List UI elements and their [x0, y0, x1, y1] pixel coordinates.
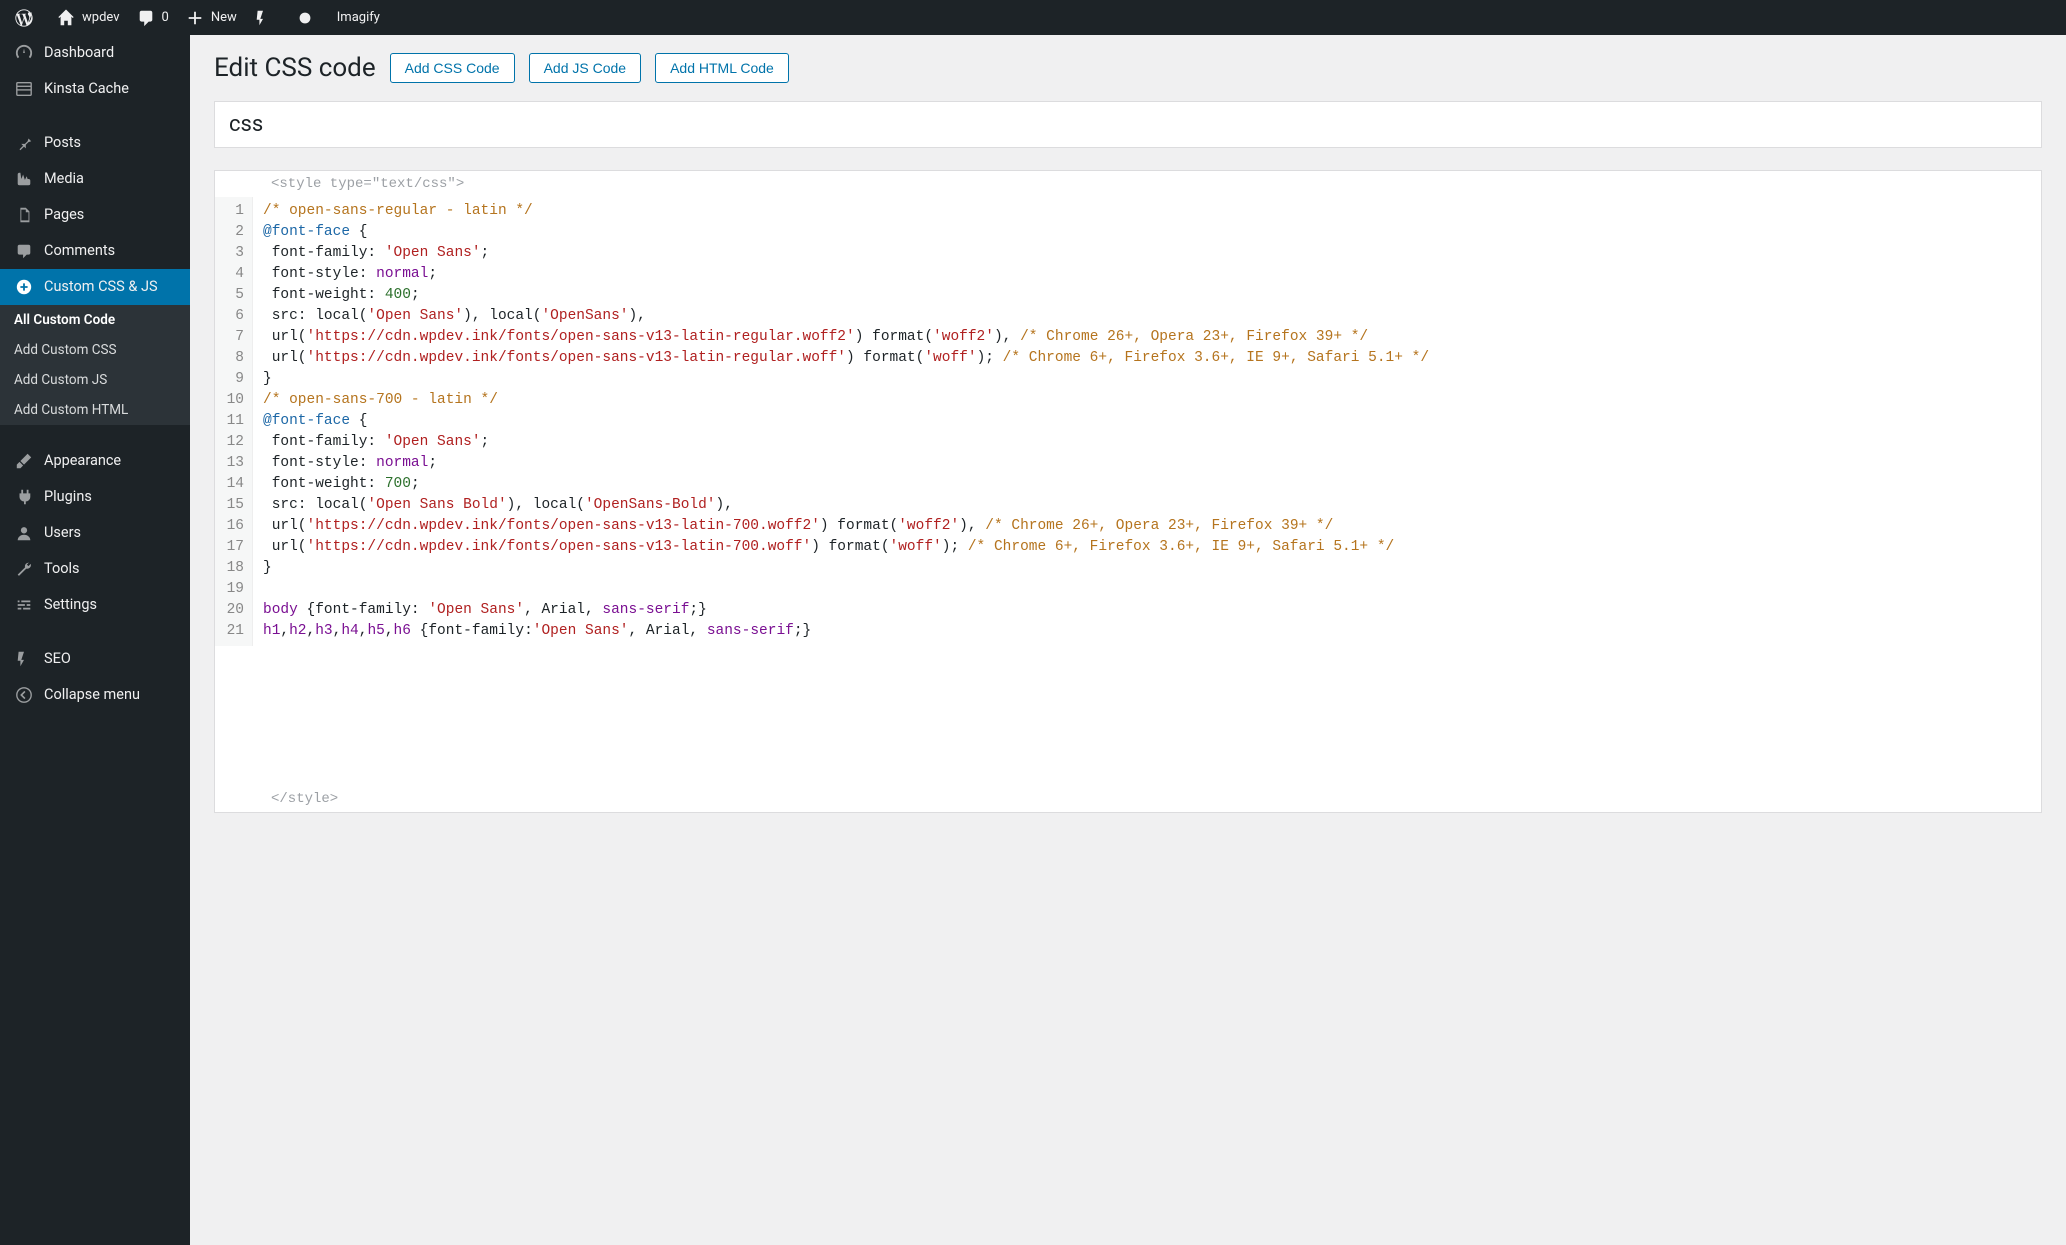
sidebar-item-tools[interactable]: Tools: [0, 551, 190, 587]
sidebar-item-label: Plugins: [44, 487, 92, 507]
sidebar-item-plugins[interactable]: Plugins: [0, 479, 190, 515]
circle-icon: [295, 8, 315, 28]
sidebar-item-label: Pages: [44, 205, 84, 225]
status-dot[interactable]: [287, 0, 329, 35]
site-name: wpdev: [82, 10, 120, 25]
wrench-icon: [14, 559, 34, 579]
media-icon: [14, 169, 34, 189]
editor-code[interactable]: /* open-sans-regular - latin */@font-fac…: [253, 197, 2041, 646]
comments-link[interactable]: 0: [128, 0, 177, 35]
sub-add-custom-js[interactable]: Add Custom JS: [0, 365, 190, 395]
sidebar-item-comments[interactable]: Comments: [0, 233, 190, 269]
sidebar-item-pages[interactable]: Pages: [0, 197, 190, 233]
sidebar-item-label: Collapse menu: [44, 685, 140, 705]
page-title: Edit CSS code: [214, 53, 376, 83]
admin-sidebar: Dashboard Kinsta Cache Posts Media Pages…: [0, 35, 190, 1245]
sidebar-item-label: Kinsta Cache: [44, 79, 129, 99]
brush-icon: [14, 451, 34, 471]
sidebar-item-collapse[interactable]: Collapse menu: [0, 677, 190, 713]
add-html-code-button[interactable]: Add HTML Code: [655, 53, 789, 83]
sidebar-item-posts[interactable]: Posts: [0, 125, 190, 161]
sidebar-item-media[interactable]: Media: [0, 161, 190, 197]
admin-topbar: wpdev 0 New Imagify: [0, 0, 2066, 35]
code-title-input[interactable]: css: [214, 101, 2042, 148]
sidebar-item-label: Users: [44, 523, 81, 543]
sidebar-submenu: All Custom Code Add Custom CSS Add Custo…: [0, 305, 190, 425]
new-link[interactable]: New: [177, 0, 245, 35]
home-icon: [56, 8, 76, 28]
user-icon: [14, 523, 34, 543]
sidebar-item-label: Dashboard: [44, 43, 114, 63]
plus-icon: [185, 8, 205, 28]
sidebar-item-label: Tools: [44, 559, 80, 579]
sub-add-custom-css[interactable]: Add Custom CSS: [0, 335, 190, 365]
add-css-code-button[interactable]: Add CSS Code: [390, 53, 515, 83]
site-link[interactable]: wpdev: [48, 0, 128, 35]
plus-circle-icon: [14, 277, 34, 297]
sidebar-item-label: Appearance: [44, 451, 121, 471]
yoast-link[interactable]: [245, 0, 287, 35]
sidebar-item-kinsta[interactable]: Kinsta Cache: [0, 71, 190, 107]
collapse-icon: [14, 685, 34, 705]
sidebar-item-dashboard[interactable]: Dashboard: [0, 35, 190, 71]
wordpress-icon: [14, 8, 34, 28]
sidebar-item-appearance[interactable]: Appearance: [0, 443, 190, 479]
comment-icon: [136, 8, 156, 28]
comments-icon: [14, 241, 34, 261]
imagify-label: Imagify: [337, 10, 380, 25]
kinsta-icon: [14, 79, 34, 99]
add-js-code-button[interactable]: Add JS Code: [529, 53, 642, 83]
sub-add-custom-html[interactable]: Add Custom HTML: [0, 395, 190, 425]
yoast-icon: [253, 8, 273, 28]
imagify-link[interactable]: Imagify: [329, 0, 388, 35]
page-header: Edit CSS code Add CSS Code Add JS Code A…: [214, 53, 2042, 83]
sidebar-item-label: Posts: [44, 133, 81, 153]
sidebar-item-users[interactable]: Users: [0, 515, 190, 551]
sidebar-item-settings[interactable]: Settings: [0, 587, 190, 623]
editor-gutter: 123456789101112131415161718192021: [215, 197, 253, 646]
pin-icon: [14, 133, 34, 153]
sidebar-item-label: Settings: [44, 595, 97, 615]
sidebar-item-seo[interactable]: SEO: [0, 641, 190, 677]
plugin-icon: [14, 487, 34, 507]
sidebar-item-label: SEO: [44, 649, 71, 669]
comments-count: 0: [162, 10, 169, 25]
sidebar-item-label: Media: [44, 169, 84, 189]
sliders-icon: [14, 595, 34, 615]
sub-all-custom-code[interactable]: All Custom Code: [0, 305, 190, 335]
new-label: New: [211, 10, 237, 25]
main-content: Edit CSS code Add CSS Code Add JS Code A…: [190, 35, 2066, 1245]
code-editor[interactable]: <style type="text/css"> 1234567891011121…: [214, 170, 2042, 813]
sidebar-item-label: Custom CSS & JS: [44, 277, 158, 297]
editor-closing-tag: </style>: [215, 786, 2041, 812]
wp-logo[interactable]: [6, 0, 48, 35]
dashboard-icon: [14, 43, 34, 63]
seo-icon: [14, 649, 34, 669]
editor-opening-tag: <style type="text/css">: [215, 171, 2041, 197]
pages-icon: [14, 205, 34, 225]
sidebar-item-custom-css-js[interactable]: Custom CSS & JS: [0, 269, 190, 305]
sidebar-item-label: Comments: [44, 241, 115, 261]
